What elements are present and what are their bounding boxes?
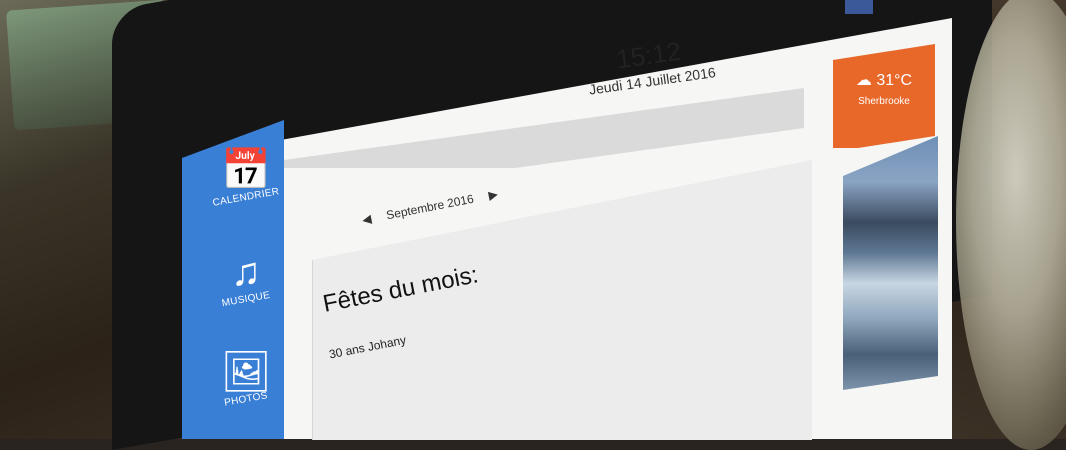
- arrow-right-icon[interactable]: ▶: [487, 187, 499, 203]
- facebook-tab[interactable]: [845, 0, 873, 14]
- weather-temp: ☁ 31°C: [833, 70, 935, 90]
- weather-cloud-icon: ☁: [855, 72, 872, 89]
- weather-temp-value: 31°C: [876, 72, 913, 89]
- sidebar-item-musique[interactable]: ♫ MUSIQUE: [195, 250, 297, 309]
- photo-frame[interactable]: [843, 136, 938, 390]
- sidebar-item-calendrier[interactable]: 📅 CALENDRIER: [195, 148, 297, 209]
- weather-city: Sherbrooke: [858, 96, 910, 107]
- arrow-left-icon[interactable]: ◀: [361, 212, 373, 228]
- weather-widget[interactable]: ☁ 31°C Sherbrooke: [833, 44, 935, 148]
- sidebar-item-photos[interactable]: 🖼 PHOTOS: [195, 350, 297, 409]
